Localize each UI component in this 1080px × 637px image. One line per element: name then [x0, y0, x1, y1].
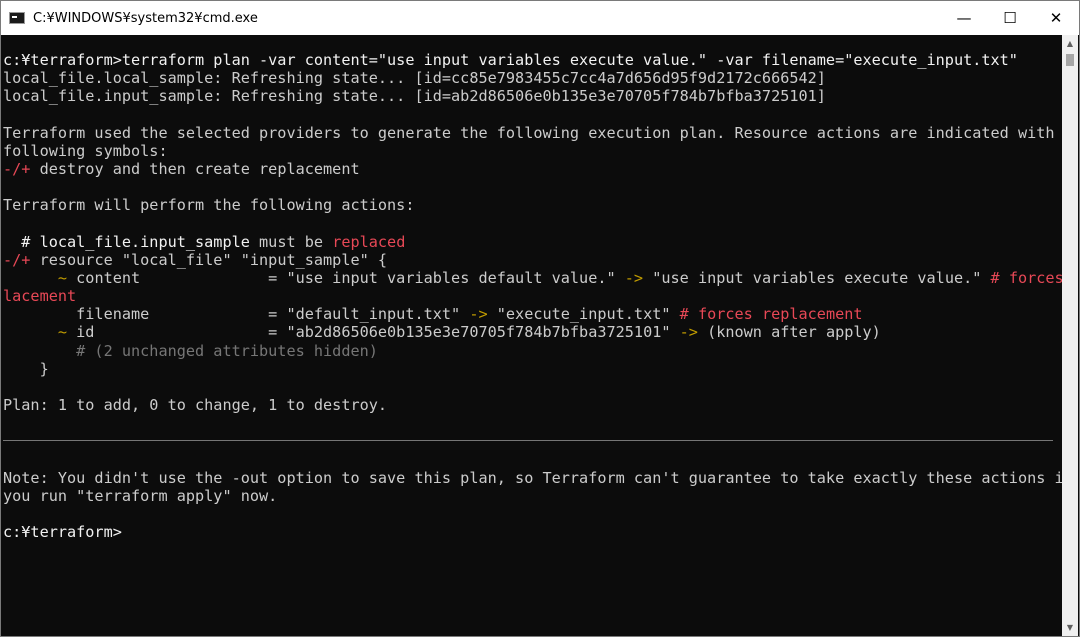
refresh-line-local-sample: local_file.local_sample: Refreshing stat…	[3, 69, 826, 87]
symbol-legend-text: destroy and then create replacement	[30, 160, 360, 178]
change-arrow: ->	[679, 323, 698, 341]
change-arrow: ->	[469, 305, 488, 323]
refresh-line-input-sample: local_file.input_sample: Refreshing stat…	[3, 87, 826, 105]
close-button[interactable]: ✕	[1033, 1, 1079, 35]
maximize-button[interactable]: ☐	[987, 1, 1033, 35]
resource-declaration: resource "local_file" "input_sample" {	[30, 251, 388, 269]
plan-summary: Plan: 1 to add, 0 to change, 1 to destro…	[3, 396, 388, 414]
attr-id-old: id = "ab2d86506e0b135e3e70705f784b7bfba3…	[67, 323, 680, 341]
replaced-label: replaced	[332, 233, 406, 251]
attr-id-line: ~ id = "ab2d86506e0b135e3e70705f784b7bfb…	[3, 323, 881, 341]
title-bar[interactable]: C:¥WINDOWS¥system32¥cmd.exe — ☐ ✕	[1, 1, 1079, 35]
attr-filename-old: filename = "default_input.txt"	[3, 305, 470, 323]
change-symbol: ~	[3, 323, 68, 341]
resource-block-close: }	[3, 360, 49, 378]
resource-block-open: -/+ resource "local_file" "input_sample"…	[3, 251, 387, 269]
cmd-window: C:¥WINDOWS¥system32¥cmd.exe — ☐ ✕ c:¥ter…	[0, 0, 1080, 637]
window-controls: — ☐ ✕	[941, 1, 1079, 35]
attr-filename-line: filename = "default_input.txt" -> "execu…	[3, 305, 863, 323]
replace-symbol: -/+	[3, 251, 31, 269]
scroll-down-icon[interactable]: ▼	[1062, 619, 1078, 636]
change-arrow: ->	[624, 269, 644, 287]
window-title: C:¥WINDOWS¥system32¥cmd.exe	[33, 10, 258, 26]
change-symbol: ~	[3, 269, 68, 287]
note-line-2: you run "terraform apply" now.	[3, 487, 278, 505]
forces-replacement-note: # forces replacement	[679, 305, 863, 323]
attr-id-new: (known after apply)	[697, 323, 881, 341]
separator-line	[3, 440, 1053, 441]
prompt-line[interactable]: c:¥terraform>	[3, 523, 122, 541]
command-line: c:¥terraform>terraform plan -var content…	[3, 51, 1018, 69]
attr-content-line: ~ content = "use input variables default…	[3, 269, 1063, 287]
forces-replacement-note: # forces rep	[990, 269, 1063, 287]
cmd-app-icon[interactable]	[9, 12, 25, 24]
wrapped-note-line: lacement	[3, 287, 77, 305]
actions-heading: Terraform will perform the following act…	[3, 196, 415, 214]
attr-content-new: "use input variables execute value."	[643, 269, 991, 287]
vertical-scrollbar[interactable]: ▲ ▼	[1062, 35, 1078, 636]
scroll-thumb[interactable]	[1066, 54, 1074, 66]
hidden-attributes-comment: # (2 unchanged attributes hidden)	[3, 342, 378, 360]
resource-comment-line: # local_file.input_sample must be replac…	[3, 233, 405, 251]
resource-comment: # local_file.input_sample	[3, 233, 250, 251]
replace-symbol: -/+	[3, 160, 31, 178]
symbol-legend-line: -/+ destroy and then create replacement	[3, 160, 360, 178]
plan-intro-line: Terraform used the selected providers to…	[3, 124, 1063, 142]
scroll-up-icon[interactable]: ▲	[1062, 35, 1078, 52]
resource-comment-mid: must be	[249, 233, 333, 251]
minimize-button[interactable]: —	[941, 1, 987, 35]
attr-filename-new: "execute_input.txt"	[487, 305, 680, 323]
plan-intro-line-2: following symbols:	[3, 142, 168, 160]
terminal-output[interactable]: c:¥terraform>terraform plan -var content…	[1, 35, 1063, 636]
attr-content-old: content = "use input variables default v…	[67, 269, 625, 287]
note-line: Note: You didn't use the -out option to …	[3, 469, 1063, 487]
